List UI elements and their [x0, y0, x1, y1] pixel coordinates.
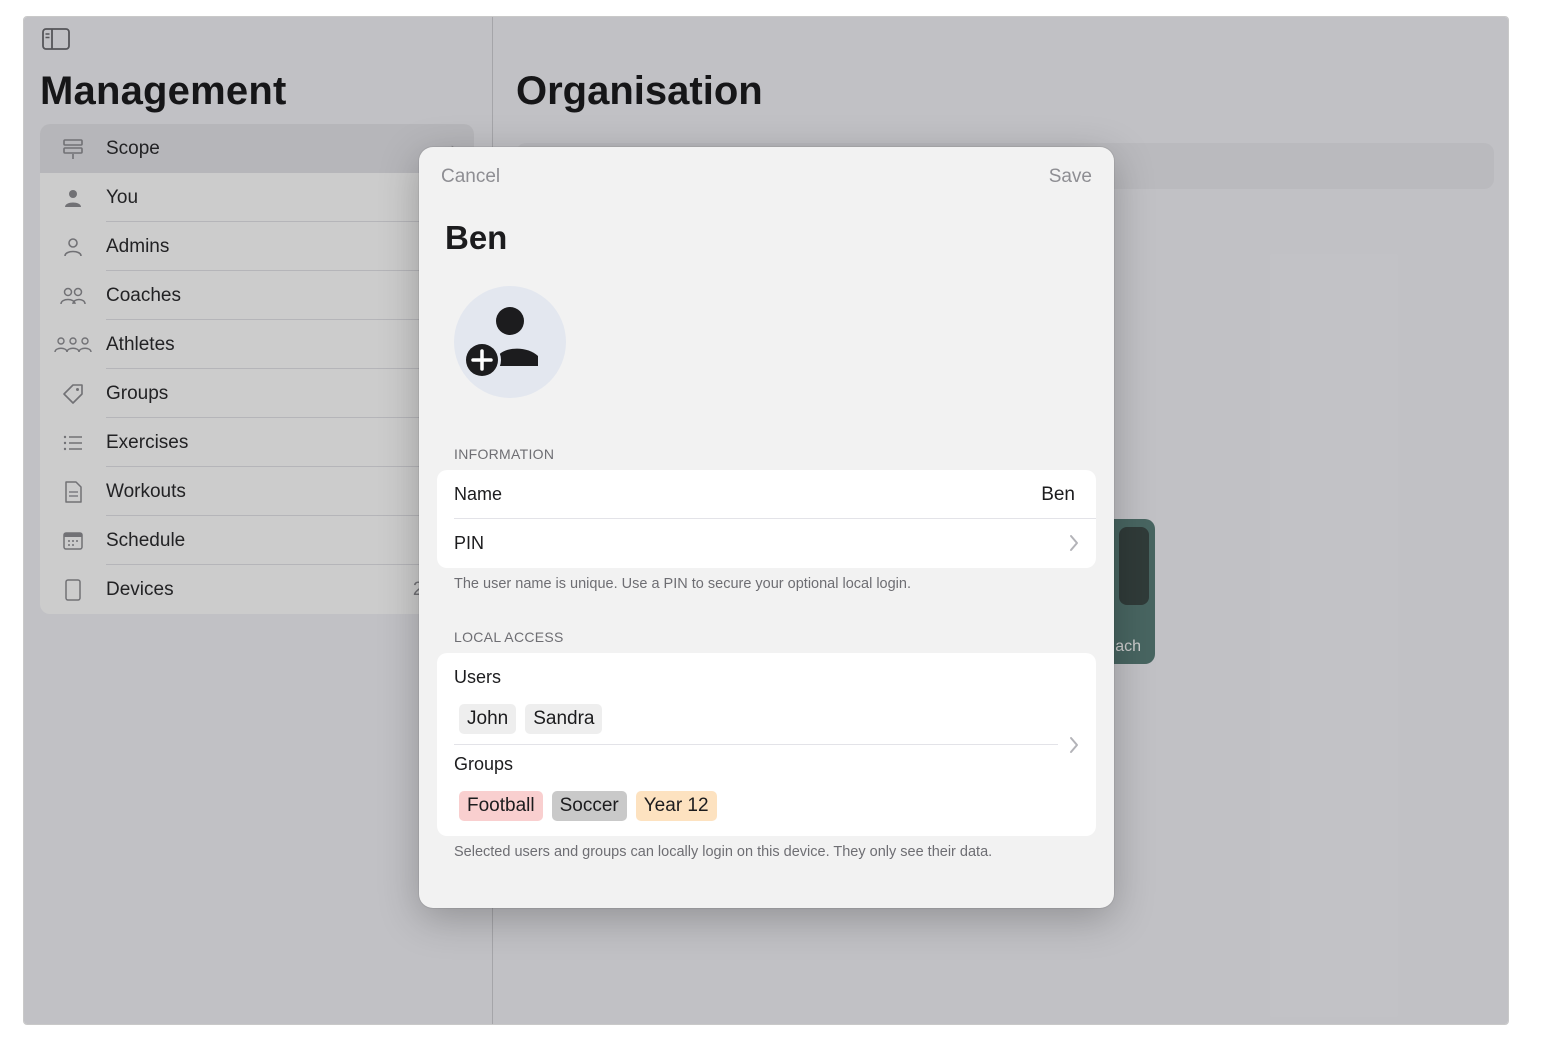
name-field[interactable]: Ben	[1041, 484, 1075, 506]
name-row[interactable]: Name Ben	[437, 470, 1096, 519]
information-footnote: The user name is unique. Use a PIN to se…	[454, 576, 911, 592]
person-add-icon	[463, 307, 538, 379]
avatar-add-photo-button[interactable]	[454, 286, 566, 398]
users-label: Users	[454, 667, 502, 687]
section-header-local-access: LOCAL ACCESS	[454, 629, 564, 645]
chevron-right-icon	[1070, 737, 1078, 753]
group-chip-year-12: Year 12	[635, 791, 717, 821]
sheet-title: Ben	[445, 219, 508, 256]
groups-label: Groups	[454, 754, 514, 774]
group-chip-football: Football	[459, 791, 543, 821]
divider	[454, 744, 1058, 745]
local-access-footnote: Selected users and groups can locally lo…	[454, 844, 993, 860]
name-label: Name	[454, 484, 503, 504]
information-group: Name Ben PIN	[437, 470, 1096, 568]
edit-user-sheet: Cancel Save Ben INFORMATION Name Ben PIN…	[419, 147, 1114, 908]
chevron-right-icon	[1070, 535, 1078, 551]
users-chips: John Sandra	[459, 704, 603, 734]
group-chip-soccer: Soccer	[551, 791, 627, 821]
groups-chips: Football Soccer Year 12	[459, 791, 717, 821]
local-access-group[interactable]: Users John Sandra Groups Football Soccer…	[437, 653, 1096, 836]
pin-label: PIN	[454, 533, 485, 553]
user-chip: John	[459, 704, 517, 734]
cancel-button[interactable]: Cancel	[441, 166, 500, 188]
save-button[interactable]: Save	[1049, 166, 1092, 188]
pin-row[interactable]: PIN	[437, 519, 1096, 568]
user-chip: Sandra	[525, 704, 603, 734]
section-header-information: INFORMATION	[454, 446, 555, 462]
